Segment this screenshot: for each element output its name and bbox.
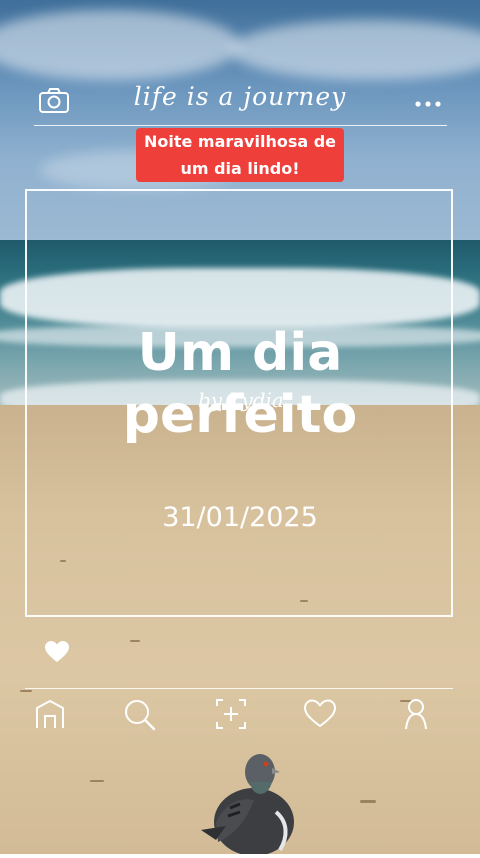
sand-speck <box>360 800 376 803</box>
like-heart-icon[interactable] <box>44 640 70 664</box>
sand-speck <box>20 690 32 692</box>
bottom-nav <box>0 696 480 736</box>
heart-icon[interactable] <box>302 696 338 732</box>
profile-icon[interactable] <box>398 696 434 732</box>
sand-speck <box>90 780 104 782</box>
caption-text: Noite maravilhosa de um dia lindo! <box>135 128 345 182</box>
divider <box>25 688 453 689</box>
top-bar: life is a journey <box>0 78 480 124</box>
more-dots-icon[interactable] <box>414 98 442 107</box>
pigeon <box>196 742 306 856</box>
app-logo: life is a journey <box>133 82 347 111</box>
post-title: Um dia perfeito <box>0 322 480 446</box>
add-post-icon[interactable] <box>213 696 249 732</box>
home-icon[interactable] <box>32 696 68 732</box>
title-line-1: Um dia <box>137 323 343 383</box>
search-icon[interactable] <box>121 696 157 732</box>
caption: Noite maravilhosa de um dia lindo! <box>0 128 480 182</box>
sand-speck <box>130 640 140 642</box>
divider <box>34 125 447 126</box>
signature: by Lydia <box>198 388 284 412</box>
post-date: 31/01/2025 <box>162 502 318 533</box>
